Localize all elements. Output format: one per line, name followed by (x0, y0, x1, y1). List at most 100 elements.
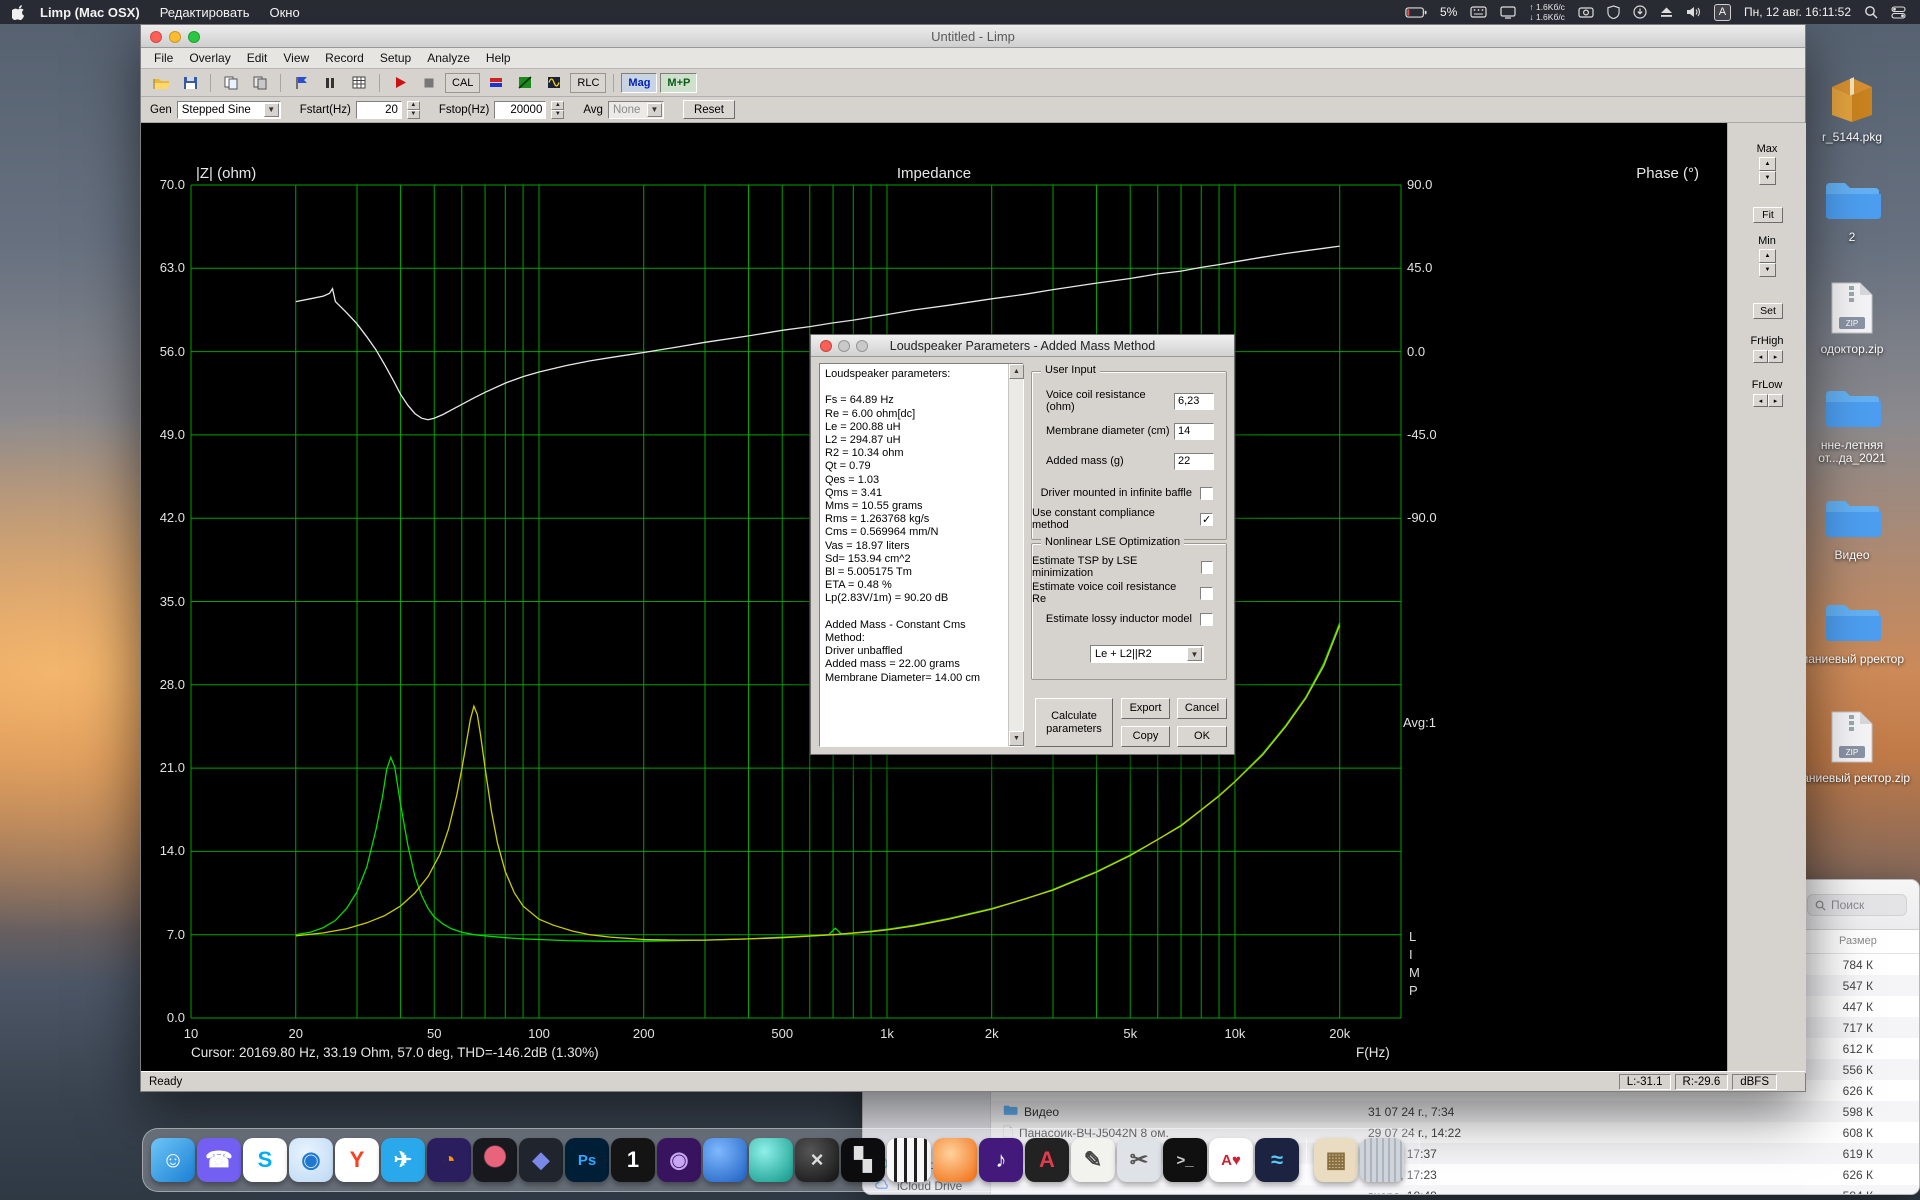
limp-menu-view[interactable]: View (275, 49, 317, 67)
menubar-menu-Окно[interactable]: Окно (260, 5, 310, 20)
dock-icon-viber[interactable]: ☎ (197, 1138, 241, 1182)
input-language-indicator[interactable]: А (1714, 4, 1731, 21)
fstart-stepper[interactable]: ▲▼ (407, 101, 420, 119)
desktop-icon-6[interactable]: маниевый рректор (1790, 599, 1914, 666)
dock-icon-blue-sphere-app[interactable] (703, 1138, 747, 1182)
dock-icon-capture-one[interactable]: 1 (611, 1138, 655, 1182)
spotlight-search-icon[interactable] (1864, 5, 1878, 19)
calibrate-button[interactable]: CAL (445, 73, 480, 93)
checkbox[interactable] (1201, 561, 1213, 574)
dock-icon-utility-app[interactable]: ✂ (1117, 1138, 1161, 1182)
eject-icon[interactable] (1660, 6, 1673, 18)
desktop-icon-5[interactable]: Видео (1790, 495, 1914, 562)
magnitude-phase-view-toggle[interactable]: M+P (660, 73, 697, 93)
step-left-icon[interactable]: ◂ (1753, 350, 1768, 363)
generator-type-select[interactable]: Stepped Sine▼ (177, 101, 281, 119)
frhigh-stepper[interactable]: ◂▸ (1753, 350, 1783, 363)
dock-icon-aimp[interactable]: A (1025, 1138, 1069, 1182)
step-up-icon[interactable]: ▲ (551, 101, 564, 110)
dialog-titlebar[interactable]: Loudspeaker Parameters - Added Mass Meth… (811, 335, 1234, 357)
step-down-icon[interactable]: ▼ (407, 110, 420, 119)
record-stop-button[interactable] (416, 72, 442, 94)
checkbox[interactable] (1200, 487, 1213, 500)
inductor-model-dropdown[interactable]: Le + L2||R2▼ (1090, 645, 1204, 663)
dock-icon-teal-sphere-app[interactable] (749, 1138, 793, 1182)
desktop-icon-1[interactable]: r_5144.pkg (1790, 73, 1914, 144)
apple-menu-icon[interactable] (12, 4, 28, 20)
min-stepper[interactable]: ▲▼ (1759, 249, 1776, 277)
step-down-icon[interactable]: ▼ (1759, 263, 1776, 277)
dock-icon-black-box-app[interactable]: ▚ (841, 1138, 885, 1182)
limp-menu-help[interactable]: Help (478, 49, 519, 67)
limp-titlebar[interactable]: Untitled - Limp (141, 25, 1805, 48)
rlc-button[interactable]: RLC (570, 73, 606, 93)
limp-menu-file[interactable]: File (146, 49, 181, 67)
finder-search-field[interactable]: Поиск (1807, 894, 1907, 916)
minimize-button[interactable] (169, 31, 181, 43)
dock-icon-photo-app[interactable]: ◉ (657, 1138, 701, 1182)
chevron-down-icon[interactable]: ▼ (264, 103, 279, 117)
checkbox[interactable] (1200, 587, 1213, 600)
export-button[interactable]: Export (1121, 698, 1170, 719)
battery-percent[interactable]: 5% (1440, 5, 1457, 19)
size-column-header[interactable]: Размер (1839, 935, 1877, 947)
cancel-button[interactable]: Cancel (1177, 698, 1227, 719)
finder-row[interactable]: Видео31 07 24 г., 7:34598 К (991, 1101, 1919, 1122)
camera-icon[interactable] (1578, 6, 1594, 18)
magnitude-view-toggle[interactable]: Mag (621, 73, 657, 93)
dialog-zoom-button[interactable] (856, 340, 868, 352)
dock-icon-music-app[interactable]: ♪ (979, 1138, 1023, 1182)
chevron-down-icon[interactable]: ▼ (1187, 647, 1202, 661)
step-down-icon[interactable]: ▼ (1759, 171, 1776, 185)
close-button[interactable] (150, 31, 162, 43)
dock-icon-skype[interactable]: S (243, 1138, 287, 1182)
dock-icon-telegram[interactable]: ✈ (381, 1138, 425, 1182)
averaging-select[interactable]: None▼ (608, 101, 664, 119)
step-down-icon[interactable]: ▼ (551, 110, 564, 119)
pause-button[interactable] (317, 72, 343, 94)
dock-icon-solitaire[interactable]: A♥ (1209, 1138, 1253, 1182)
scroll-down-icon[interactable]: ▼ (1009, 731, 1024, 746)
frlow-stepper[interactable]: ◂▸ (1753, 394, 1783, 407)
step-right-icon[interactable]: ▸ (1768, 394, 1783, 407)
dialog-close-button[interactable] (820, 340, 832, 352)
step-right-icon[interactable]: ▸ (1768, 350, 1783, 363)
dock-icon-trash[interactable] (1360, 1138, 1404, 1182)
downloads-icon[interactable] (1633, 5, 1647, 19)
checkbox[interactable] (1200, 613, 1213, 626)
checkbox-checked[interactable]: ✓ (1200, 513, 1213, 526)
desktop-icon-3[interactable]: ZIPодоктор.zip (1790, 281, 1914, 356)
set-button[interactable]: Set (1753, 303, 1783, 319)
ok-button[interactable]: OK (1177, 726, 1227, 747)
desktop-icon-7[interactable]: ZIPманиевый ректор.zip (1790, 710, 1914, 785)
dock-icon-yandex-browser[interactable]: Y (335, 1138, 379, 1182)
fstop-input[interactable]: 20000 (494, 101, 546, 119)
fit-button[interactable]: Fit (1753, 207, 1783, 223)
step-up-icon[interactable]: ▲ (407, 101, 420, 110)
duplicate-button[interactable] (247, 72, 273, 94)
copy-button[interactable] (218, 72, 244, 94)
signal-generator-button[interactable] (541, 72, 567, 94)
parameters-listbox[interactable]: Loudspeaker parameters: Fs = 64.89 HzRe … (819, 363, 1024, 747)
dock-icon-orange-sphere-app[interactable] (933, 1138, 977, 1182)
dock-icon-midi-keyboard-app[interactable] (887, 1138, 931, 1182)
dock-icon-davinci-resolve[interactable] (473, 1138, 517, 1182)
dialog-minimize-button[interactable] (838, 340, 850, 352)
reset-button[interactable]: Reset (683, 100, 735, 119)
record-start-button[interactable] (387, 72, 413, 94)
dock-icon-audio-editor[interactable]: ≈ (1255, 1138, 1299, 1182)
dock-icon-safari[interactable]: ◉ (289, 1138, 333, 1182)
marker-flag-button[interactable] (288, 72, 314, 94)
data-table-button[interactable] (346, 72, 372, 94)
user-input-field[interactable]: 14 (1174, 423, 1214, 440)
control-center-icon[interactable] (1891, 6, 1906, 19)
limp-menu-analyze[interactable]: Analyze (419, 49, 478, 67)
desktop-icon-4[interactable]: нне-летняя от...да_2021 (1790, 385, 1914, 465)
dock-icon-firefox[interactable]: ◔ (427, 1138, 471, 1182)
max-stepper[interactable]: ▲▼ (1759, 157, 1776, 185)
limp-menu-setup[interactable]: Setup (372, 49, 419, 67)
battery-icon[interactable] (1405, 7, 1427, 18)
menubar-menu-Редактировать[interactable]: Редактировать (150, 5, 260, 20)
spectrum-view-button[interactable] (512, 72, 538, 94)
fstart-input[interactable]: 20 (356, 101, 402, 119)
